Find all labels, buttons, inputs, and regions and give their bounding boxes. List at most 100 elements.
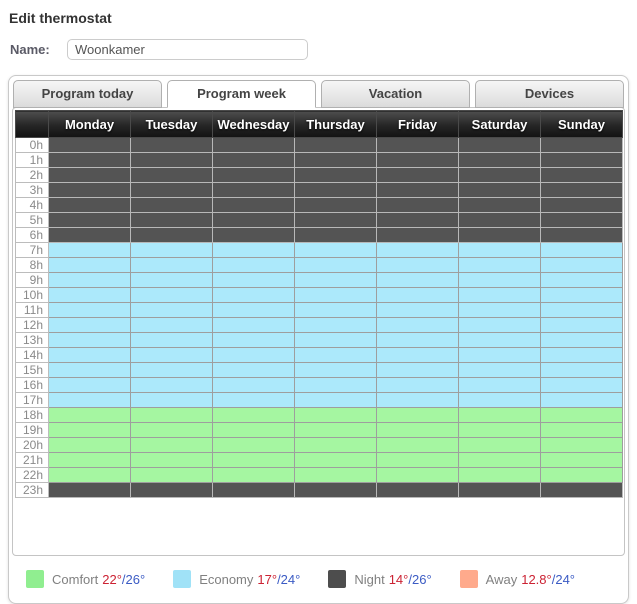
schedule-cell-thursday-4h[interactable] (294, 197, 377, 213)
schedule-cell-tuesday-18h[interactable] (130, 407, 213, 423)
schedule-cell-friday-10h[interactable] (376, 287, 459, 303)
schedule-cell-thursday-5h[interactable] (294, 212, 377, 228)
schedule-cell-sunday-13h[interactable] (540, 332, 623, 348)
schedule-cell-sunday-0h[interactable] (540, 137, 623, 153)
schedule-cell-sunday-9h[interactable] (540, 272, 623, 288)
schedule-cell-tuesday-22h[interactable] (130, 467, 213, 483)
schedule-cell-wednesday-11h[interactable] (212, 302, 295, 318)
schedule-cell-tuesday-2h[interactable] (130, 167, 213, 183)
schedule-cell-sunday-4h[interactable] (540, 197, 623, 213)
schedule-cell-sunday-22h[interactable] (540, 467, 623, 483)
schedule-cell-saturday-12h[interactable] (458, 317, 541, 333)
schedule-cell-thursday-12h[interactable] (294, 317, 377, 333)
schedule-cell-sunday-3h[interactable] (540, 182, 623, 198)
schedule-cell-sunday-17h[interactable] (540, 392, 623, 408)
schedule-cell-thursday-1h[interactable] (294, 152, 377, 168)
schedule-cell-tuesday-6h[interactable] (130, 227, 213, 243)
schedule-cell-saturday-11h[interactable] (458, 302, 541, 318)
schedule-cell-monday-9h[interactable] (48, 272, 131, 288)
schedule-cell-sunday-12h[interactable] (540, 317, 623, 333)
schedule-cell-wednesday-3h[interactable] (212, 182, 295, 198)
schedule-cell-monday-0h[interactable] (48, 137, 131, 153)
schedule-cell-friday-5h[interactable] (376, 212, 459, 228)
schedule-cell-monday-12h[interactable] (48, 317, 131, 333)
schedule-cell-sunday-10h[interactable] (540, 287, 623, 303)
schedule-cell-tuesday-15h[interactable] (130, 362, 213, 378)
schedule-cell-monday-2h[interactable] (48, 167, 131, 183)
schedule-cell-sunday-23h[interactable] (540, 482, 623, 498)
schedule-cell-sunday-14h[interactable] (540, 347, 623, 363)
schedule-cell-tuesday-14h[interactable] (130, 347, 213, 363)
schedule-cell-tuesday-20h[interactable] (130, 437, 213, 453)
schedule-cell-monday-16h[interactable] (48, 377, 131, 393)
schedule-cell-wednesday-12h[interactable] (212, 317, 295, 333)
schedule-cell-saturday-19h[interactable] (458, 422, 541, 438)
schedule-cell-monday-6h[interactable] (48, 227, 131, 243)
schedule-cell-wednesday-9h[interactable] (212, 272, 295, 288)
schedule-cell-saturday-22h[interactable] (458, 467, 541, 483)
schedule-cell-monday-15h[interactable] (48, 362, 131, 378)
schedule-cell-wednesday-5h[interactable] (212, 212, 295, 228)
schedule-cell-saturday-23h[interactable] (458, 482, 541, 498)
schedule-cell-tuesday-5h[interactable] (130, 212, 213, 228)
schedule-cell-saturday-10h[interactable] (458, 287, 541, 303)
schedule-cell-tuesday-16h[interactable] (130, 377, 213, 393)
schedule-cell-monday-1h[interactable] (48, 152, 131, 168)
schedule-cell-wednesday-1h[interactable] (212, 152, 295, 168)
schedule-cell-monday-18h[interactable] (48, 407, 131, 423)
schedule-cell-saturday-6h[interactable] (458, 227, 541, 243)
schedule-cell-tuesday-23h[interactable] (130, 482, 213, 498)
schedule-cell-tuesday-0h[interactable] (130, 137, 213, 153)
schedule-cell-thursday-22h[interactable] (294, 467, 377, 483)
schedule-cell-sunday-7h[interactable] (540, 242, 623, 258)
schedule-cell-monday-3h[interactable] (48, 182, 131, 198)
schedule-cell-saturday-8h[interactable] (458, 257, 541, 273)
schedule-cell-wednesday-14h[interactable] (212, 347, 295, 363)
schedule-cell-tuesday-13h[interactable] (130, 332, 213, 348)
schedule-cell-tuesday-1h[interactable] (130, 152, 213, 168)
schedule-cell-monday-8h[interactable] (48, 257, 131, 273)
schedule-cell-tuesday-10h[interactable] (130, 287, 213, 303)
schedule-cell-sunday-5h[interactable] (540, 212, 623, 228)
schedule-cell-wednesday-21h[interactable] (212, 452, 295, 468)
schedule-cell-wednesday-2h[interactable] (212, 167, 295, 183)
schedule-cell-sunday-18h[interactable] (540, 407, 623, 423)
schedule-cell-friday-6h[interactable] (376, 227, 459, 243)
schedule-cell-friday-12h[interactable] (376, 317, 459, 333)
schedule-cell-monday-22h[interactable] (48, 467, 131, 483)
schedule-cell-friday-3h[interactable] (376, 182, 459, 198)
schedule-cell-tuesday-21h[interactable] (130, 452, 213, 468)
tab-devices[interactable]: Devices (475, 80, 624, 108)
schedule-cell-sunday-2h[interactable] (540, 167, 623, 183)
schedule-cell-sunday-21h[interactable] (540, 452, 623, 468)
schedule-cell-thursday-15h[interactable] (294, 362, 377, 378)
schedule-cell-thursday-19h[interactable] (294, 422, 377, 438)
schedule-cell-wednesday-10h[interactable] (212, 287, 295, 303)
schedule-cell-thursday-9h[interactable] (294, 272, 377, 288)
schedule-cell-wednesday-23h[interactable] (212, 482, 295, 498)
schedule-cell-friday-16h[interactable] (376, 377, 459, 393)
schedule-cell-thursday-14h[interactable] (294, 347, 377, 363)
schedule-cell-friday-20h[interactable] (376, 437, 459, 453)
schedule-cell-thursday-11h[interactable] (294, 302, 377, 318)
schedule-cell-friday-1h[interactable] (376, 152, 459, 168)
schedule-cell-wednesday-13h[interactable] (212, 332, 295, 348)
schedule-cell-monday-23h[interactable] (48, 482, 131, 498)
schedule-cell-saturday-9h[interactable] (458, 272, 541, 288)
schedule-cell-friday-9h[interactable] (376, 272, 459, 288)
schedule-cell-thursday-20h[interactable] (294, 437, 377, 453)
schedule-cell-saturday-3h[interactable] (458, 182, 541, 198)
schedule-cell-thursday-0h[interactable] (294, 137, 377, 153)
schedule-cell-friday-11h[interactable] (376, 302, 459, 318)
schedule-cell-friday-4h[interactable] (376, 197, 459, 213)
schedule-cell-thursday-2h[interactable] (294, 167, 377, 183)
schedule-cell-thursday-21h[interactable] (294, 452, 377, 468)
schedule-cell-wednesday-15h[interactable] (212, 362, 295, 378)
schedule-cell-monday-21h[interactable] (48, 452, 131, 468)
schedule-cell-sunday-20h[interactable] (540, 437, 623, 453)
schedule-cell-saturday-2h[interactable] (458, 167, 541, 183)
schedule-cell-tuesday-7h[interactable] (130, 242, 213, 258)
schedule-cell-saturday-20h[interactable] (458, 437, 541, 453)
schedule-cell-sunday-8h[interactable] (540, 257, 623, 273)
schedule-cell-tuesday-11h[interactable] (130, 302, 213, 318)
